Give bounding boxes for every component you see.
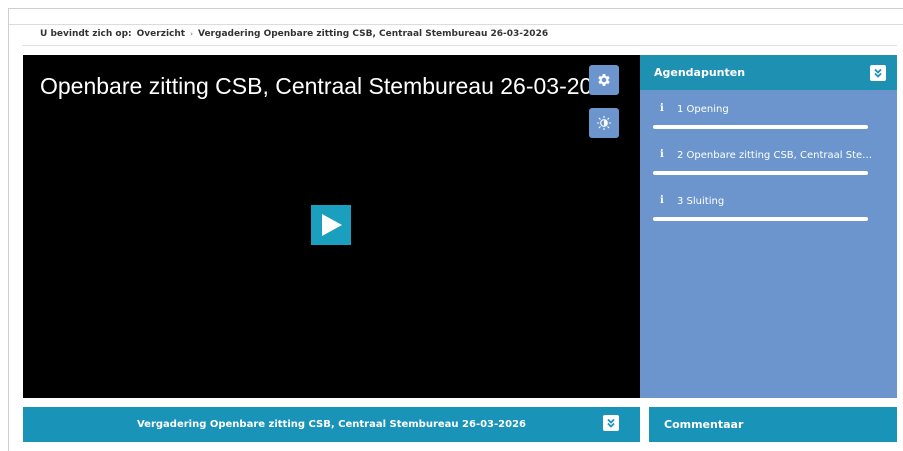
contrast-icon: [596, 115, 612, 131]
video-title: Openbare zitting CSB, Centraal Stemburea…: [40, 73, 600, 99]
agenda-item-progress: [653, 171, 868, 175]
agenda-title: Agendapunten: [654, 66, 746, 79]
breadcrumb-current: Vergadering Openbare zitting CSB, Centra…: [197, 29, 549, 39]
breadcrumb-divider: [22, 45, 897, 46]
breadcrumb: U bevindt zich op: Overzicht › Vergaderi…: [40, 29, 548, 39]
agenda-item[interactable]: i 3 Sluiting: [640, 182, 897, 228]
agenda-item-progress: [653, 217, 868, 221]
top-divider: [9, 24, 903, 25]
agenda-header: Agendapunten: [640, 55, 897, 90]
agenda-panel: Agendapunten i 1 Opening i 2 Openbare zi…: [640, 55, 897, 398]
agenda-item[interactable]: i 2 Openbare zitting CSB, Centraal Stemb…: [640, 136, 897, 182]
info-icon[interactable]: i: [660, 103, 664, 114]
agenda-item-label[interactable]: 2 Openbare zitting CSB, Centraal Stembur…: [677, 150, 877, 161]
meeting-title: Vergadering Openbare zitting CSB, Centra…: [136, 419, 526, 430]
video-settings-button[interactable]: [589, 65, 619, 95]
chevron-double-down-icon: [607, 418, 615, 428]
agenda-item[interactable]: i 1 Opening: [640, 90, 897, 136]
info-icon[interactable]: i: [660, 195, 664, 206]
meeting-details-header[interactable]: Vergadering Openbare zitting CSB, Centra…: [23, 407, 640, 442]
agenda-item-label[interactable]: 3 Sluiting: [677, 196, 877, 207]
comments-header[interactable]: Commentaar: [649, 407, 897, 442]
info-icon[interactable]: i: [660, 149, 664, 160]
comments-title: Commentaar: [664, 418, 744, 431]
breadcrumb-separator: ›: [190, 30, 193, 38]
agenda-collapse-button[interactable]: [870, 64, 886, 81]
video-player[interactable]: Openbare zitting CSB, Centraal Stemburea…: [23, 55, 640, 398]
chevron-double-down-icon: [874, 68, 882, 78]
breadcrumb-link-overview[interactable]: Overzicht: [137, 29, 185, 39]
breadcrumb-prefix: U bevindt zich op:: [40, 29, 132, 39]
play-icon: [322, 214, 342, 236]
meeting-collapse-button[interactable]: [603, 415, 619, 431]
video-contrast-button[interactable]: [589, 108, 619, 138]
play-button[interactable]: [311, 205, 351, 245]
agenda-item-progress: [653, 125, 868, 129]
gear-icon: [598, 74, 610, 86]
agenda-item-label[interactable]: 1 Opening: [677, 104, 877, 115]
